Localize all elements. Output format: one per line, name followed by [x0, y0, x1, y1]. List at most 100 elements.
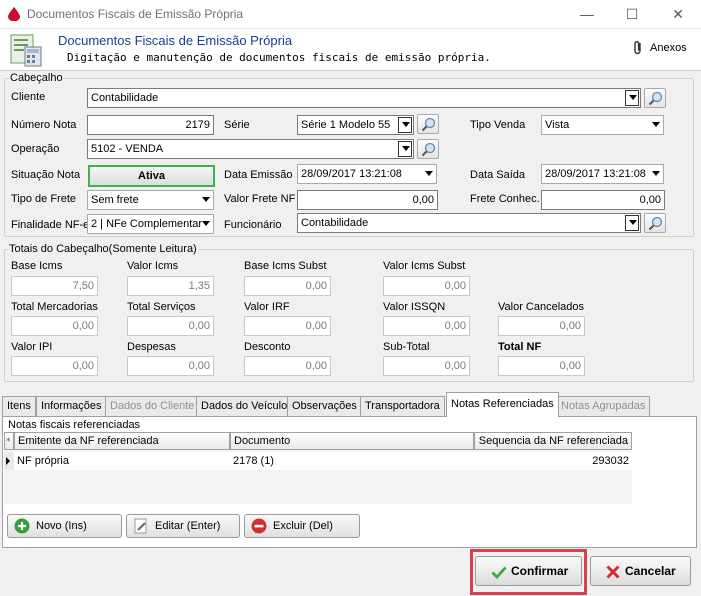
table-cell[interactable]: 2178 (1) [230, 452, 474, 470]
tab-informacoes[interactable]: Informações [36, 396, 107, 416]
valor-icms-label: Valor Icms [127, 260, 179, 272]
funcionario-search-button[interactable] [644, 213, 666, 233]
chevron-down-icon[interactable] [625, 90, 639, 106]
tab-dados-cliente[interactable]: Dados do Cliente [105, 396, 200, 416]
window-title: Documentos Fiscais de Emissão Própria [27, 7, 244, 21]
base-icms-subst-value: 0,00 [244, 276, 331, 296]
operacao-search-button[interactable] [417, 139, 439, 159]
column-header[interactable]: Sequencia da NF referenciada [474, 432, 632, 450]
notas-ref-grid: * Emitente da NF referenciada Documento … [4, 432, 632, 504]
novo-button[interactable]: Novo (Ins) [7, 514, 122, 538]
tab-observacoes[interactable]: Observações [287, 396, 362, 416]
app-drop-icon [8, 7, 20, 21]
serie-select[interactable]: Série 1 Modelo 55 [297, 115, 414, 135]
operacao-select[interactable]: 5102 - VENDA [87, 139, 414, 159]
cliente-search-button[interactable] [644, 88, 666, 108]
finalidade-label: Finalidade NF-e [11, 219, 90, 231]
cancel-x-icon [606, 565, 620, 579]
desconto-value: 0,00 [244, 356, 331, 376]
cabecalho-group-label: Cabeçalho [9, 72, 64, 84]
title-bar: Documentos Fiscais de Emissão Própria — … [0, 0, 701, 29]
data-saida-picker[interactable]: 28/09/2017 13:21:08 [541, 164, 664, 184]
row-pointer-icon [6, 457, 10, 465]
confirmar-button[interactable]: Confirmar [475, 556, 582, 586]
situacao-ativa-button[interactable]: Ativa [88, 165, 215, 187]
despesas-value: 0,00 [127, 356, 214, 376]
search-icon [648, 216, 663, 231]
totais-group-label: Totais do Cabeçalho(Somente Leitura) [8, 243, 198, 255]
funcionario-label: Funcionário [224, 219, 282, 231]
chevron-down-icon[interactable] [652, 171, 660, 176]
valor-ipi-label: Valor IPI [11, 341, 53, 353]
table-cell[interactable]: NF própria [14, 452, 230, 470]
chevron-down-icon[interactable] [398, 117, 412, 133]
base-icms-subst-label: Base Icms Subst [244, 260, 327, 272]
tab-itens[interactable]: Itens [2, 396, 36, 416]
search-icon [421, 142, 436, 157]
excluir-button[interactable]: Excluir (Del) [244, 514, 360, 538]
cancelar-label: Cancelar [625, 564, 676, 578]
data-emissao-label: Data Emissão [224, 169, 293, 181]
checkmark-icon [491, 566, 507, 580]
editar-button[interactable]: Editar (Enter) [126, 514, 240, 538]
maximize-button[interactable]: ☐ [609, 0, 655, 29]
numero-nota-input[interactable]: 2179 [87, 115, 214, 135]
data-emissao-picker[interactable]: 28/09/2017 13:21:08 [297, 164, 437, 184]
close-button[interactable]: ✕ [655, 0, 701, 29]
asterisk-icon: * [6, 437, 11, 447]
funcionario-select[interactable]: Contabilidade [297, 213, 641, 233]
finalidade-select[interactable]: 2 | NFe Complementar [87, 214, 214, 234]
chevron-down-icon[interactable] [625, 215, 639, 231]
chevron-down-icon[interactable] [652, 122, 660, 127]
data-emissao-value: 28/09/2017 13:21:08 [301, 168, 402, 180]
document-calculator-icon [10, 34, 42, 67]
subtotal-value: 0,00 [383, 356, 470, 376]
frete-conhec-input[interactable]: 0,00 [541, 190, 665, 210]
total-servicos-value: 0,00 [127, 316, 214, 336]
finalidade-value: 2 | NFe Complementar [91, 218, 203, 230]
minimize-button[interactable]: — [564, 0, 610, 29]
cliente-label: Cliente [11, 91, 46, 103]
valor-frete-input[interactable]: 0,00 [297, 190, 438, 210]
cancelar-button[interactable]: Cancelar [590, 556, 691, 586]
tipo-frete-select[interactable]: Sem frete [87, 190, 214, 210]
despesas-label: Despesas [127, 341, 176, 353]
table-cell[interactable]: 293032 [474, 452, 632, 470]
data-saida-label: Data Saída [470, 169, 526, 181]
totais-group [4, 249, 694, 382]
situacao-label: Situação Nota [11, 169, 81, 181]
chevron-down-icon[interactable] [202, 197, 210, 202]
tipo-frete-label: Tipo de Frete [11, 193, 77, 205]
tab-notas-referenciadas[interactable]: Notas Referenciadas [446, 392, 559, 417]
tab-dados-veiculo[interactable]: Dados do Veículo [196, 396, 293, 416]
tab-notas-agrupadas[interactable]: Notas Agrupadas [556, 396, 651, 416]
data-saida-value: 28/09/2017 13:21:08 [545, 168, 646, 180]
serie-value: Série 1 Modelo 55 [301, 119, 391, 131]
column-header[interactable]: Emitente da NF referenciada [14, 432, 230, 450]
anexos-link[interactable]: Anexos [650, 42, 687, 54]
tipo-venda-value: Vista [545, 119, 570, 131]
serie-search-button[interactable] [417, 114, 439, 134]
edit-icon [134, 518, 147, 534]
editar-label: Editar (Enter) [155, 520, 221, 532]
novo-label: Novo (Ins) [36, 520, 87, 532]
valor-irf-value: 0,00 [244, 316, 331, 336]
row-indicator[interactable] [4, 452, 14, 470]
tab-transportadora[interactable]: Transportadora [360, 396, 445, 416]
row-selector-header: * [4, 432, 14, 450]
tipo-venda-select[interactable]: Vista [541, 115, 664, 135]
paperclip-icon[interactable] [632, 40, 644, 55]
total-mercadorias-value: 0,00 [11, 316, 98, 336]
chevron-down-icon[interactable] [202, 221, 210, 226]
valor-cancelados-value: 0,00 [498, 316, 585, 336]
tipo-frete-value: Sem frete [91, 194, 139, 206]
valor-frete-label: Valor Frete NF [224, 193, 296, 205]
excluir-label: Excluir (Del) [273, 520, 333, 532]
column-header[interactable]: Documento [230, 432, 474, 450]
chevron-down-icon[interactable] [398, 141, 412, 157]
total-nf-value: 0,00 [498, 356, 585, 376]
delete-icon [251, 518, 267, 534]
chevron-down-icon[interactable] [425, 171, 433, 176]
form-header: Documentos Fiscais de Emissão Própria Di… [0, 29, 701, 71]
cliente-input[interactable]: Contabilidade [87, 88, 641, 108]
